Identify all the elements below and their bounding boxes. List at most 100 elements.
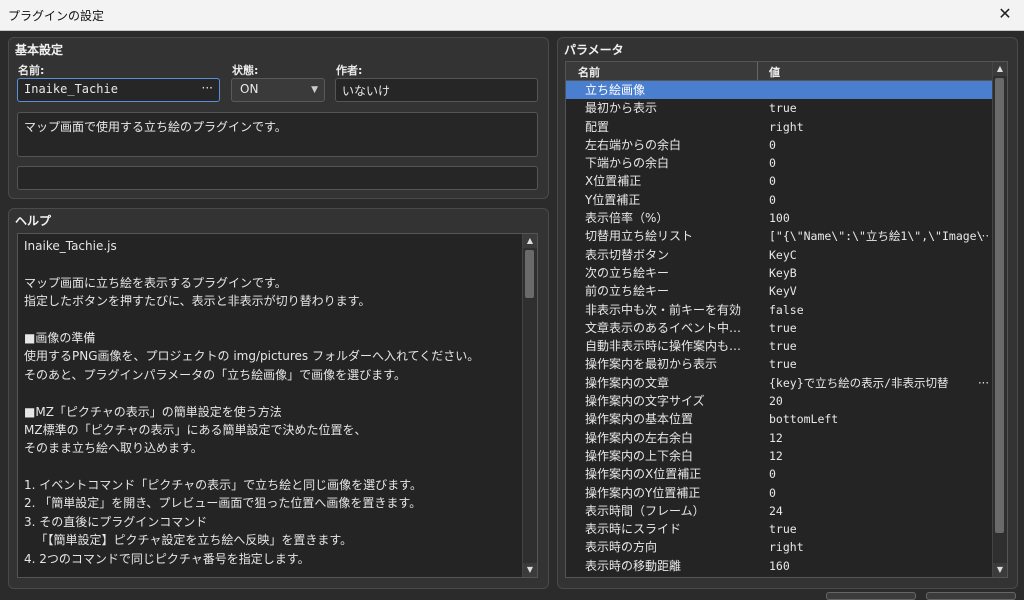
param-name: 表示切替ボタン <box>585 247 670 262</box>
param-value: true <box>769 319 991 337</box>
param-value-text: 12 <box>769 448 783 463</box>
param-value: right <box>769 538 991 556</box>
param-value-text: KeyV <box>769 284 797 299</box>
status-label: 状態: <box>232 64 259 77</box>
param-name: 自動非表示時に操作案内も… <box>585 339 742 354</box>
table-row[interactable]: 表示切替ボタン KeyC <box>566 246 994 264</box>
param-name: 操作案内の上下余白 <box>585 448 694 463</box>
table-row[interactable]: 操作案内の文字サイズ 20 <box>566 392 994 410</box>
param-edit-button[interactable]: ··· <box>978 227 989 245</box>
table-row[interactable]: 配置 right <box>566 118 994 136</box>
name-browse-button[interactable]: ··· <box>202 81 213 95</box>
param-value-text: 0 <box>769 485 776 500</box>
table-row[interactable]: 表示時にスライド true <box>566 520 994 538</box>
param-value: 0 <box>769 484 991 502</box>
basic-settings-title: 基本設定 <box>15 43 64 57</box>
param-value: 0 <box>769 191 991 209</box>
help-line <box>24 311 515 329</box>
table-row[interactable]: 操作案内の文章 {key}で立ち絵の表示/非表示切替 ··· <box>566 374 994 392</box>
name-field[interactable]: Inaike_Tachie ··· <box>17 78 220 102</box>
column-divider[interactable] <box>757 62 758 80</box>
scroll-up-icon[interactable]: ▲ <box>993 62 1007 76</box>
param-value-text: true <box>769 522 797 537</box>
param-name: 切替用立ち絵リスト <box>585 229 694 244</box>
table-row[interactable]: 操作案内のY位置補正 0 <box>566 484 994 502</box>
table-row[interactable]: 切替用立ち絵リスト ["{\"Name\":\"立ち絵1\",\"Image\ ··… <box>566 227 994 245</box>
help-line <box>24 458 515 476</box>
table-row[interactable]: 次の立ち絵キー KeyB <box>566 264 994 282</box>
param-name: 左右端からの余白 <box>585 137 682 152</box>
help-line: 「【簡単設定】ピクチャ設定を立ち絵へ反映」を置きます。 <box>24 533 353 548</box>
table-row[interactable]: 操作案内の基本位置 bottomLeft <box>566 410 994 428</box>
table-row[interactable]: 表示時の移動距離 160 <box>566 557 994 575</box>
status-select[interactable]: ON ▼ <box>231 78 325 102</box>
param-name: 下端からの余白 <box>585 156 670 171</box>
ok-button[interactable] <box>826 592 916 600</box>
parameters-scrollbar[interactable]: ▲ ▼ <box>992 62 1007 577</box>
table-header: 名前 値 <box>566 62 994 81</box>
table-row[interactable]: 表示時の方向 right <box>566 538 994 556</box>
table-row[interactable]: 最初から表示 true <box>566 99 994 117</box>
param-value-text: KeyB <box>769 265 797 280</box>
table-row[interactable]: 操作案内の上下余白 12 <box>566 447 994 465</box>
table-row[interactable]: 操作案内のX位置補正 0 <box>566 465 994 483</box>
table-row[interactable]: Y位置補正 0 <box>566 191 994 209</box>
author-value: いないけ <box>342 84 391 98</box>
table-row[interactable]: 表示時間（フレーム） 24 <box>566 502 994 520</box>
param-value-text: 160 <box>769 558 790 573</box>
param-value-text: true <box>769 357 797 372</box>
table-row[interactable]: 前の立ち絵キー KeyV <box>566 282 994 300</box>
param-value: 12 <box>769 429 991 447</box>
scroll-down-icon[interactable]: ▼ <box>993 563 1007 577</box>
scroll-down-icon[interactable]: ▼ <box>523 563 537 577</box>
param-name: 操作案内のX位置補正 <box>585 467 702 482</box>
param-value-text: false <box>769 302 804 317</box>
param-value: true <box>769 355 991 373</box>
status-value: ON <box>240 82 259 96</box>
table-row[interactable]: 下端からの余白 0 <box>566 154 994 172</box>
param-edit-button[interactable]: ··· <box>978 374 989 392</box>
table-row[interactable]: 文章表示のあるイベント中… true <box>566 319 994 337</box>
close-icon[interactable]: ✕ <box>996 4 1014 23</box>
column-header-name[interactable]: 名前 <box>578 64 600 80</box>
param-value: true <box>769 99 991 117</box>
help-line: 1. イベントコマンド「ピクチャの表示」で立ち絵と同じ画像を選びます。 <box>24 478 422 493</box>
cancel-button[interactable] <box>926 592 1016 600</box>
help-title: ヘルプ <box>15 214 52 228</box>
table-row[interactable]: 非表示中も次・前キーを有効 false <box>566 301 994 319</box>
help-content: Inaike_Tachie.js マップ画面に立ち絵を表示するプラグインです。 指定… <box>24 237 515 577</box>
param-name: Y位置補正 <box>585 192 641 207</box>
param-value: 0 <box>769 154 991 172</box>
scroll-thumb[interactable] <box>525 250 534 298</box>
table-row[interactable]: X位置補正 0 <box>566 172 994 190</box>
param-value-text: {key}で立ち絵の表示/非表示切替 <box>769 375 949 390</box>
help-line: そのあと、プラグインパラメータの「立ち絵画像」で画像を選びます。 <box>24 367 406 382</box>
chevron-down-icon: ▼ <box>311 85 318 95</box>
help-line: MZ標準の「ピクチャの表示」にある簡単設定で決めた位置を、 <box>24 422 367 437</box>
description-field[interactable]: マップ画面で使用する立ち絵のプラグインです。 <box>17 112 538 157</box>
table-row[interactable]: 操作案内を最初から表示 true <box>566 355 994 373</box>
author-field[interactable]: いないけ <box>335 78 538 102</box>
help-textarea[interactable]: Inaike_Tachie.js マップ画面に立ち絵を表示するプラグインです。 指定… <box>17 233 538 578</box>
table-row[interactable]: 左右端からの余白 0 <box>566 136 994 154</box>
table-row[interactable]: 表示倍率（%） 100 <box>566 209 994 227</box>
param-value-text: true <box>769 339 797 354</box>
column-header-value[interactable]: 値 <box>769 64 780 80</box>
param-value: 12 <box>769 447 991 465</box>
param-name: 表示倍率（%） <box>585 211 669 226</box>
param-value: 100 <box>769 209 991 227</box>
table-row[interactable]: 自動非表示時に操作案内も… true <box>566 337 994 355</box>
extra-field[interactable] <box>17 166 538 190</box>
param-value: false <box>769 301 991 319</box>
param-value: ["{\"Name\":\"立ち絵1\",\"Image\ ··· <box>769 227 991 245</box>
parameters-title: パラメータ <box>564 43 624 57</box>
table-row[interactable]: 操作案内の左右余白 12 <box>566 429 994 447</box>
help-scrollbar[interactable]: ▲ ▼ <box>522 234 537 577</box>
scroll-thumb[interactable] <box>995 78 1004 533</box>
table-row[interactable]: 立ち絵画像 <box>566 81 994 100</box>
param-name: 前の立ち絵キー <box>585 284 670 299</box>
param-value-text: 0 <box>769 192 776 207</box>
scroll-up-icon[interactable]: ▲ <box>523 234 537 248</box>
param-value: true <box>769 520 991 538</box>
parameter-rows: 立ち絵画像 最初から表示 true 配置 right 左右端からの余白 0 下端からの余白 0 X… <box>566 81 994 575</box>
